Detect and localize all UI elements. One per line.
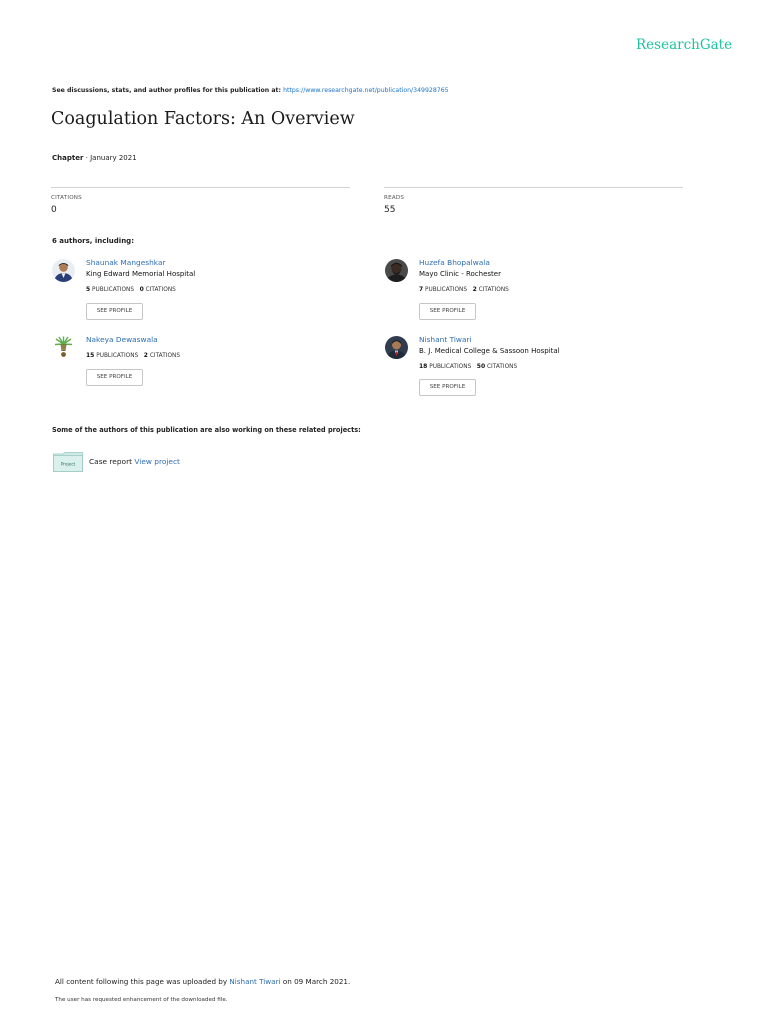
author-institution: Mayo Clinic - Rochester: [419, 270, 501, 278]
avatar-nishant-tiwari[interactable]: [385, 336, 408, 359]
person-photo-icon: [385, 259, 408, 282]
uploader-link[interactable]: Nishant Tiwari: [229, 977, 280, 986]
publication-title: Coagulation Factors: An Overview: [51, 109, 355, 129]
author-name-link[interactable]: Nishant Tiwari: [419, 335, 472, 344]
citations-count: 2: [472, 286, 477, 293]
citations-divider: [51, 187, 350, 188]
avatar-huzefa-bhopalwala[interactable]: [385, 259, 408, 282]
avatar-nakeya-dewaswala[interactable]: [52, 335, 75, 358]
citations-label: CITATIONS: [51, 195, 82, 201]
citations-label: CITATIONS: [487, 364, 518, 370]
publication-meta: Chapter · January 2021: [52, 154, 137, 162]
citations-count: 2: [143, 352, 148, 359]
author-stats: 15 PUBLICATIONS 2 CITATIONS: [86, 352, 180, 359]
upload-suffix: on 09 March 2021.: [282, 977, 351, 986]
person-photo-icon: [52, 259, 75, 282]
author-stats: 5 PUBLICATIONS 0 CITATIONS: [86, 286, 176, 293]
authors-heading: 6 authors, including:: [52, 237, 134, 245]
upload-prefix: All content following this page was uplo…: [55, 977, 228, 986]
publication-url-link[interactable]: https://www.researchgate.net/publication…: [283, 87, 448, 94]
discussion-text: See discussions, stats, and author profi…: [52, 87, 281, 94]
publications-label: PUBLICATIONS: [96, 353, 139, 359]
publications-label: PUBLICATIONS: [429, 364, 472, 370]
project-item: Case report View project: [89, 457, 180, 466]
publications-label: PUBLICATIONS: [92, 287, 135, 293]
author-name-link[interactable]: Shaunak Mangeshkar: [86, 258, 166, 267]
citations-count: 50: [476, 363, 486, 370]
publications-count: 7: [419, 286, 424, 293]
author-name-link[interactable]: Nakeya Dewaswala: [86, 335, 158, 344]
see-profile-button[interactable]: SEE PROFILE: [86, 303, 143, 320]
author-name-link[interactable]: Huzefa Bhopalwala: [419, 258, 490, 267]
citations-label: CITATIONS: [149, 353, 181, 359]
discussion-line: See discussions, stats, and author profi…: [52, 87, 449, 94]
project-folder-icon[interactable]: Project: [53, 452, 83, 472]
avatar-shaunak-mangeshkar[interactable]: [52, 259, 75, 282]
publications-count: 5: [86, 286, 91, 293]
author-stats: 7 PUBLICATIONS 2 CITATIONS: [419, 286, 509, 293]
author-institution: King Edward Memorial Hospital: [86, 270, 196, 278]
see-profile-button[interactable]: SEE PROFILE: [419, 379, 476, 396]
publication-type: Chapter: [52, 154, 84, 162]
upload-info: All content following this page was uplo…: [55, 977, 350, 986]
author-stats: 18 PUBLICATIONS 50 CITATIONS: [419, 363, 517, 370]
author-institution: B. J. Medical College & Sassoon Hospital: [419, 347, 560, 355]
view-project-link[interactable]: View project: [134, 457, 180, 466]
reads-label: READS: [384, 195, 405, 201]
reads-divider: [384, 187, 683, 188]
related-projects-heading: Some of the authors of this publication …: [52, 426, 361, 434]
reads-value: 55: [384, 205, 396, 215]
project-name: Case report: [89, 457, 133, 466]
publication-date: January 2021: [90, 154, 137, 162]
default-avatar-icon: [52, 335, 75, 358]
person-photo-icon: [385, 336, 408, 359]
enhancement-note: The user has requested enhancement of th…: [55, 997, 228, 1003]
publications-count: 15: [86, 352, 95, 359]
publications-label: PUBLICATIONS: [425, 287, 468, 293]
see-profile-button[interactable]: SEE PROFILE: [419, 303, 476, 320]
researchgate-logo[interactable]: ResearchGate: [636, 37, 732, 53]
publications-count: 18: [419, 363, 428, 370]
citations-label: CITATIONS: [478, 287, 509, 293]
citations-count: 0: [139, 286, 144, 293]
folder-icon: Project: [53, 452, 83, 472]
see-profile-button[interactable]: SEE PROFILE: [86, 369, 143, 386]
citations-value: 0: [51, 205, 57, 215]
citations-label: CITATIONS: [145, 287, 176, 293]
project-icon-label: Project: [61, 462, 76, 467]
